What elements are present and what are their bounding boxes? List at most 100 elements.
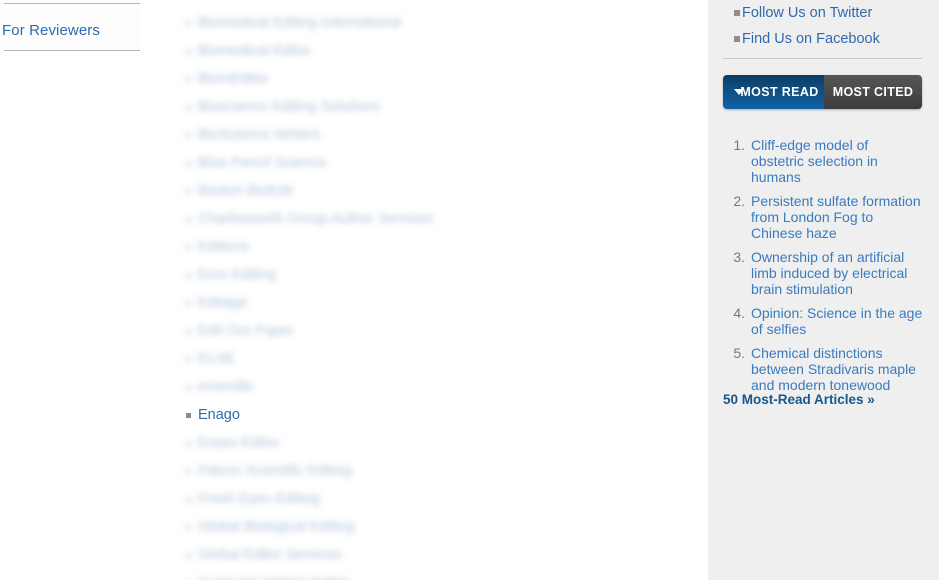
- square-bullet-icon: [186, 329, 191, 334]
- vendor-link[interactable]: Edit Our Paper: [198, 323, 294, 339]
- square-bullet-icon: [186, 525, 191, 530]
- list-item: Bioscience Editing Solutions: [140, 93, 706, 121]
- square-bullet-icon: [186, 161, 191, 166]
- vendor-link[interactable]: Bioscience Editing Solutions: [198, 99, 380, 115]
- rank-number: 4.: [733, 305, 745, 321]
- social-links-list: Follow Us on Twitter Find Us on Facebook: [708, 0, 939, 52]
- list-item: Follow Us on Twitter: [708, 0, 939, 26]
- vendor-link[interactable]: Charlesworth Group Author Services: [198, 211, 433, 227]
- right-sidebar-left-gutter: [706, 0, 708, 580]
- list-item: Biomedical Editing International: [140, 9, 706, 37]
- square-bullet-icon: [186, 189, 191, 194]
- vendor-link[interactable]: Fresh Eyes Editing: [198, 491, 320, 507]
- square-bullet-icon: [186, 77, 191, 82]
- rank-number: 5.: [733, 345, 745, 361]
- article-link[interactable]: Cliff-edge model of obstetric selection …: [751, 137, 923, 185]
- vendor-list-column: Biomedical Editing International Biomedic…: [140, 0, 706, 580]
- list-item: 1. Cliff-edge model of obstetric selectio…: [723, 137, 923, 185]
- vendor-link[interactable]: Essex Editor: [198, 435, 279, 451]
- vendor-link[interactable]: Editerra: [198, 239, 249, 255]
- vendor-link[interactable]: Blue Pencil Science: [198, 155, 326, 171]
- right-page-edge: [939, 0, 952, 580]
- left-sidebar: For Reviewers: [0, 0, 140, 580]
- article-link[interactable]: Persistent sulfate formation from London…: [751, 193, 923, 241]
- social-section-divider: [723, 58, 922, 59]
- tab-most-cited[interactable]: MOST CITED: [824, 75, 922, 109]
- list-item: Biomedical Editor: [140, 37, 706, 65]
- list-item: 5. Chemical distinctions between Stradiva…: [723, 345, 923, 393]
- left-sidebar-top-divider: [4, 3, 140, 4]
- vendor-link[interactable]: Biomedical Editor: [198, 43, 311, 59]
- left-sidebar-filler: [0, 51, 140, 580]
- vendor-link[interactable]: Graduate Writing Editor: [198, 575, 349, 580]
- list-item: 4. Opinion: Science in the age of selfies: [723, 305, 923, 337]
- square-bullet-icon: [186, 21, 191, 26]
- vendor-link[interactable]: Boston BioEdit: [198, 183, 293, 199]
- square-bullet-icon: [186, 245, 191, 250]
- square-bullet-icon: [186, 469, 191, 474]
- list-item: Global Biological Editing: [140, 513, 706, 541]
- vendor-link[interactable]: Enago: [198, 407, 240, 423]
- vendor-link[interactable]: emendle: [198, 379, 254, 395]
- most-read-cited-tabs[interactable]: MOST READ MOST CITED: [723, 75, 922, 109]
- list-item: Graduate Writing Editor: [140, 569, 706, 580]
- caret-down-icon: [734, 89, 744, 95]
- list-item: Falcon Scientific Editing: [140, 457, 706, 485]
- list-item: Fresh Eyes Editing: [140, 485, 706, 513]
- list-item: Essex Editor: [140, 429, 706, 457]
- square-bullet-icon: [186, 49, 191, 54]
- list-item: Find Us on Facebook: [708, 26, 939, 52]
- square-bullet-icon: [186, 105, 191, 110]
- vendor-list: Biomedical Editing International Biomedic…: [140, 9, 706, 580]
- square-bullet-icon: [186, 413, 191, 418]
- rank-number: 1.: [733, 137, 745, 153]
- square-bullet-icon: [186, 497, 191, 502]
- more-most-read-articles-link[interactable]: 50 Most-Read Articles »: [723, 392, 875, 407]
- list-item: Global Editor Services: [140, 541, 706, 569]
- rank-number: 2.: [733, 193, 745, 209]
- list-item: Ecro Editing: [140, 261, 706, 289]
- list-item: 2. Persistent sulfate formation from Lond…: [723, 193, 923, 241]
- square-bullet-icon: [186, 357, 191, 362]
- square-bullet-icon: [186, 217, 191, 222]
- square-bullet-icon: [186, 441, 191, 446]
- vendor-link[interactable]: ELSE: [198, 351, 235, 367]
- list-item: 3. Ownership of an artificial limb induce…: [723, 249, 923, 297]
- square-bullet-icon: [186, 273, 191, 278]
- vendor-link[interactable]: Global Editor Services: [198, 547, 341, 563]
- list-item: emendle: [140, 373, 706, 401]
- square-bullet-icon: [734, 10, 740, 16]
- social-link[interactable]: Follow Us on Twitter: [742, 5, 872, 21]
- tab-most-read-label: MOST READ: [740, 85, 819, 99]
- vendor-link[interactable]: Global Biological Editing: [198, 519, 354, 535]
- list-item: BiomEditor: [140, 65, 706, 93]
- list-item: Charlesworth Group Author Services: [140, 205, 706, 233]
- vendor-link[interactable]: Falcon Scientific Editing: [198, 463, 352, 479]
- left-sidebar-bottom-divider: [4, 50, 140, 51]
- article-link[interactable]: Chemical distinctions between Stradivari…: [751, 345, 923, 393]
- square-bullet-icon: [186, 133, 191, 138]
- sidebar-item-for-reviewers[interactable]: For Reviewers: [2, 22, 100, 39]
- list-item: Enago: [140, 401, 706, 429]
- square-bullet-icon: [186, 385, 191, 390]
- list-item: Editage: [140, 289, 706, 317]
- tab-most-read[interactable]: MOST READ: [723, 75, 824, 109]
- vendor-link[interactable]: BioScience Writers: [198, 127, 320, 143]
- vendor-link[interactable]: Biomedical Editing International: [198, 15, 401, 31]
- article-link[interactable]: Ownership of an artificial limb induced …: [751, 249, 923, 297]
- list-item: Edit Our Paper: [140, 317, 706, 345]
- article-link[interactable]: Opinion: Science in the age of selfies: [751, 305, 923, 337]
- vendor-link[interactable]: BiomEditor: [198, 71, 269, 87]
- square-bullet-icon: [186, 553, 191, 558]
- square-bullet-icon: [186, 301, 191, 306]
- square-bullet-icon: [734, 36, 740, 42]
- vendor-link[interactable]: Ecro Editing: [198, 267, 276, 283]
- list-item: ELSE: [140, 345, 706, 373]
- list-item: Editerra: [140, 233, 706, 261]
- list-item: Blue Pencil Science: [140, 149, 706, 177]
- tab-most-cited-label: MOST CITED: [832, 85, 914, 99]
- list-item: BioScience Writers: [140, 121, 706, 149]
- social-link[interactable]: Find Us on Facebook: [742, 31, 880, 47]
- rank-number: 3.: [733, 249, 745, 265]
- vendor-link[interactable]: Editage: [198, 295, 247, 311]
